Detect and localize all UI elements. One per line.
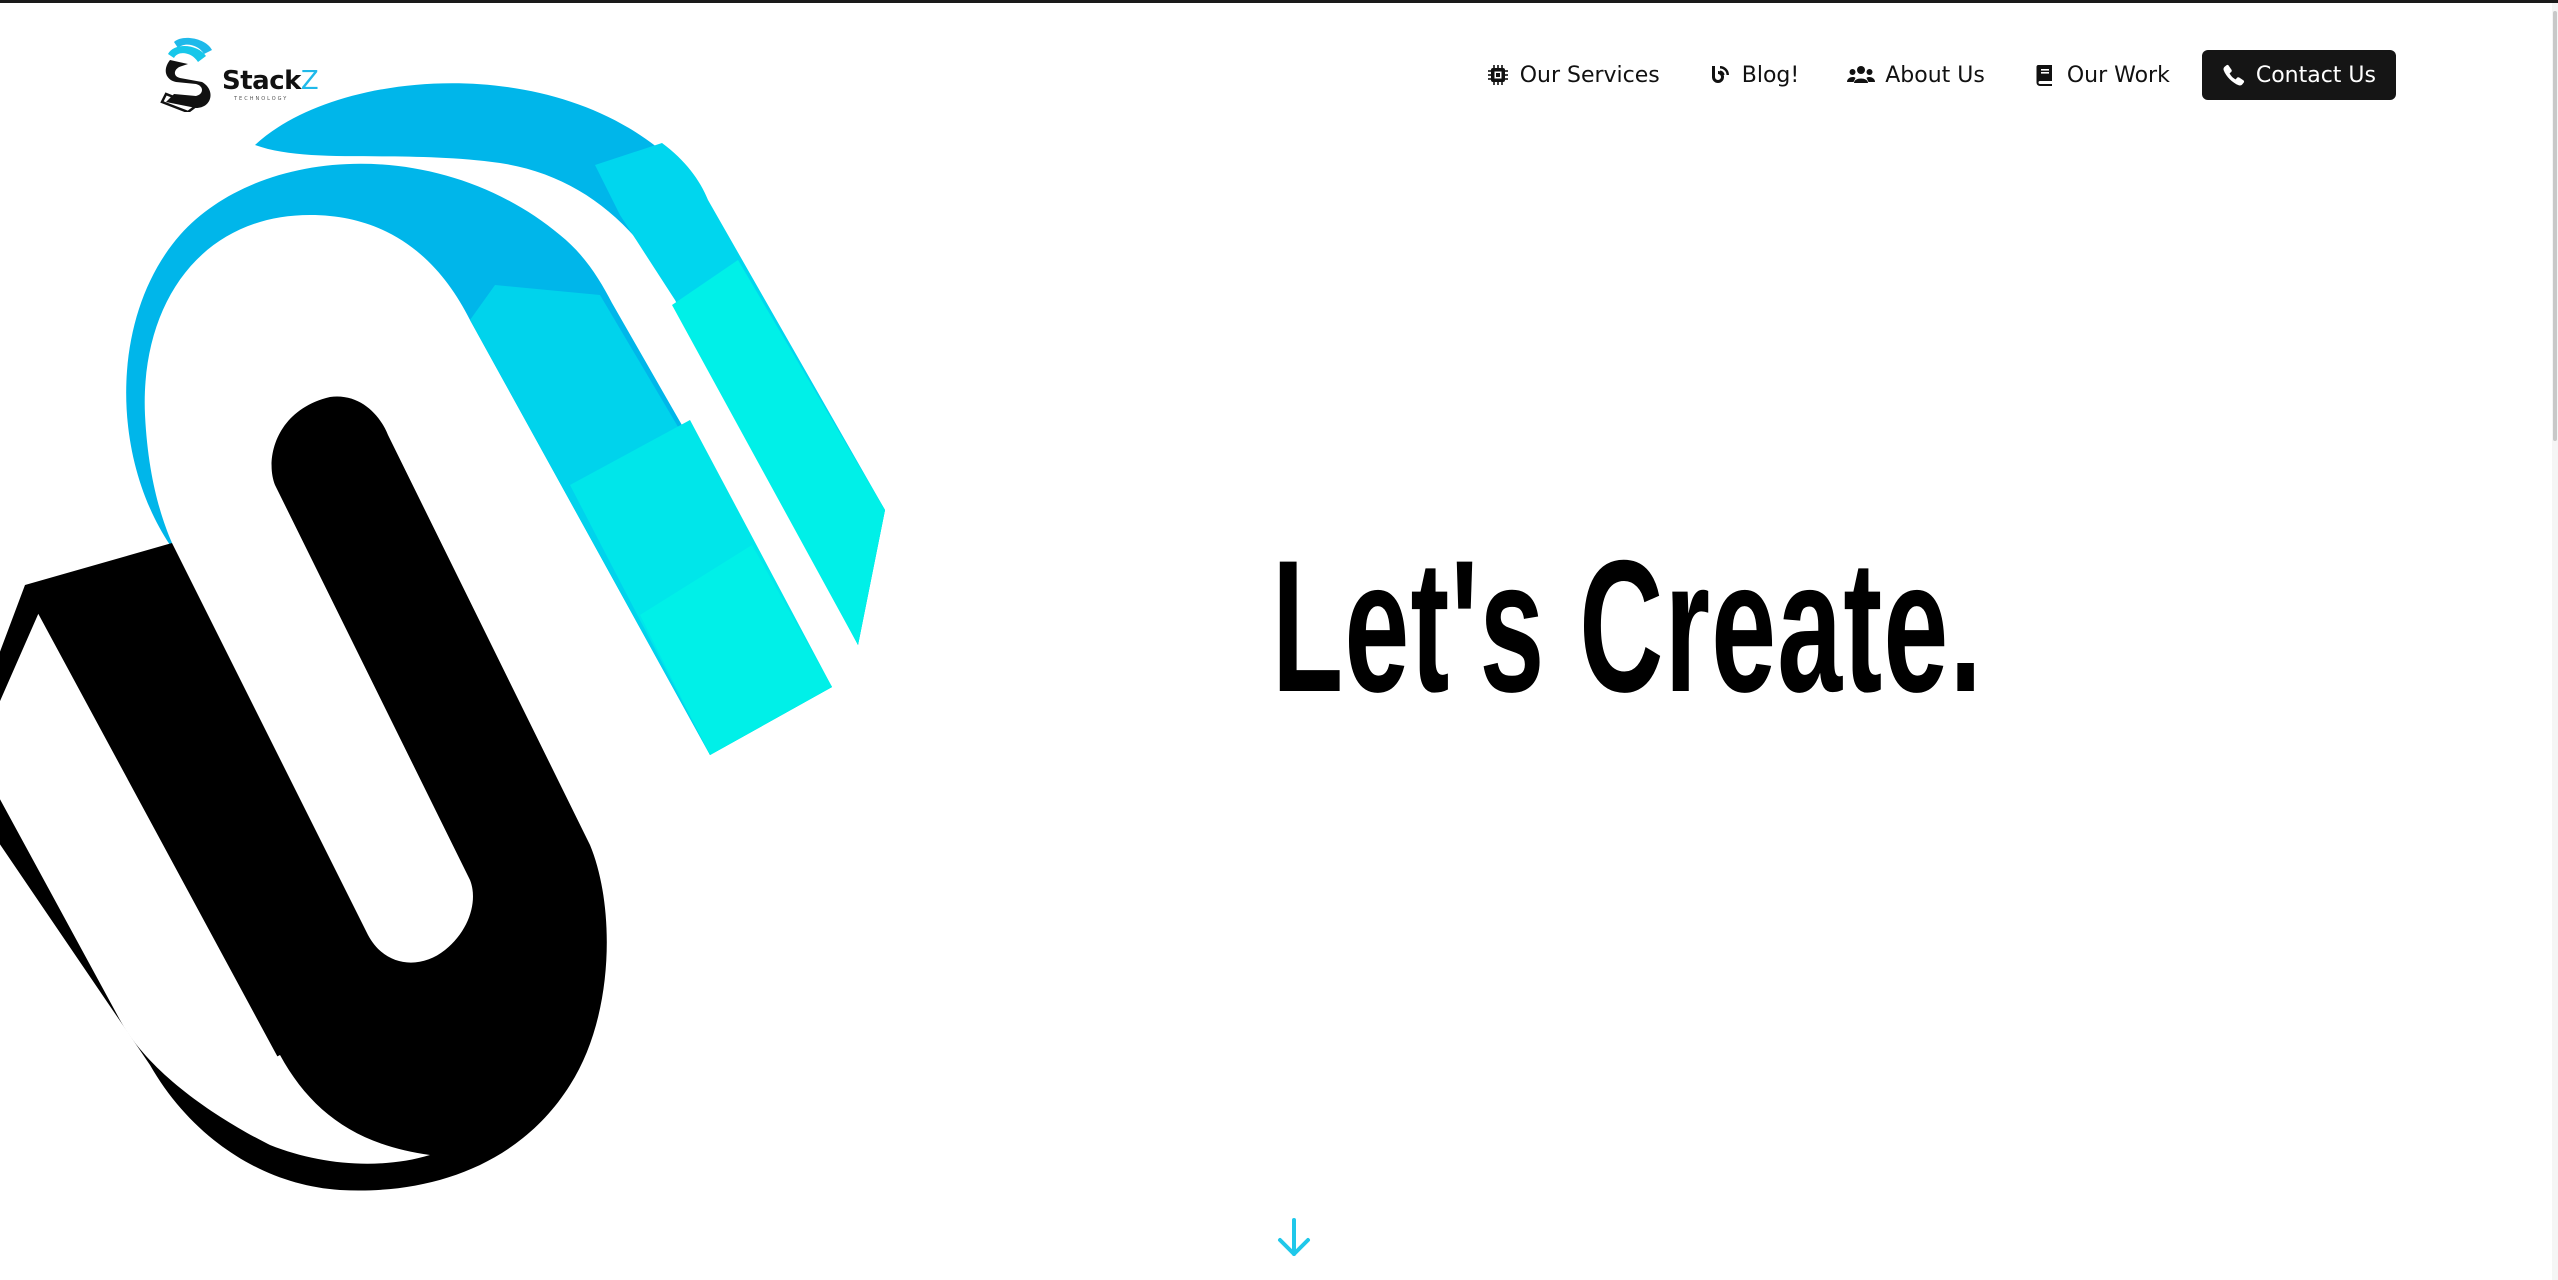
nav-label: About Us — [1885, 62, 1985, 88]
nav-label: Blog! — [1741, 62, 1800, 88]
users-icon — [1847, 66, 1876, 83]
contact-us-label: Contact Us — [2255, 62, 2376, 88]
book-icon — [2036, 65, 2052, 86]
arrow-down-icon[interactable] — [1276, 1216, 1312, 1260]
scrollbar[interactable] — [2552, 3, 2558, 1280]
hero-logo-graphic — [0, 83, 885, 1191]
nav-label: Our Services — [1519, 62, 1660, 88]
blog-icon — [1711, 66, 1729, 83]
contact-us-button[interactable]: Contact Us — [2201, 50, 2396, 100]
phone-icon — [2223, 64, 2244, 86]
scrollbar-thumb[interactable] — [2553, 11, 2557, 441]
window-top-border — [0, 0, 2558, 3]
chip-icon — [1487, 65, 1508, 85]
main-nav: Our Services Blog! About Us Our Work Con… — [1462, 50, 2396, 100]
nav-blog[interactable]: Blog! — [1684, 50, 1823, 100]
nav-label: Our Work — [2066, 62, 2170, 88]
nav-about-us[interactable]: About Us — [1823, 50, 2009, 100]
nav-our-services[interactable]: Our Services — [1462, 50, 1684, 100]
hero-headline: Let's Create. — [1272, 521, 1984, 731]
nav-our-work[interactable]: Our Work — [2009, 50, 2194, 100]
